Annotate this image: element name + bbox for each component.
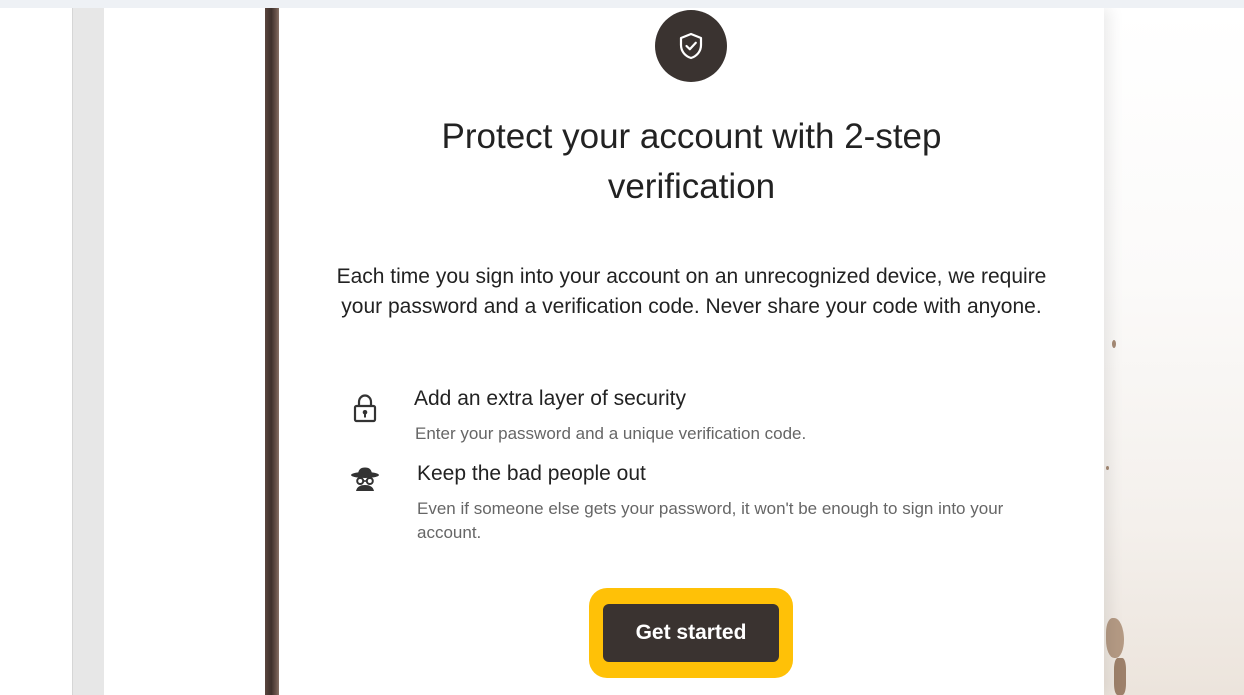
feature-description: Enter your password and a unique verific… [415,424,807,443]
dialog-description: Each time you sign into your account on … [336,265,1047,318]
left-sidebar-strip [72,8,105,695]
feature-title: Add an extra layer of security [414,387,686,410]
feature-title: Keep the bad people out [417,462,646,485]
background-photo-edge-left [265,8,279,695]
left-gutter [0,8,72,695]
two-step-verification-dialog: Protect your account with 2-step verific… [279,8,1104,695]
background-photo-edge-right [1104,8,1244,695]
dialog-title: Protect your account with 2-step verific… [441,117,942,206]
screen: Protect your account with 2-step verific… [0,8,1244,695]
feature-description: Even if someone else gets your password,… [417,499,1004,542]
get-started-highlight: Get started [589,588,793,678]
lock-icon [349,392,381,424]
spy-icon [349,463,381,495]
shield-check-icon [655,10,727,82]
get-started-button[interactable]: Get started [603,604,779,662]
